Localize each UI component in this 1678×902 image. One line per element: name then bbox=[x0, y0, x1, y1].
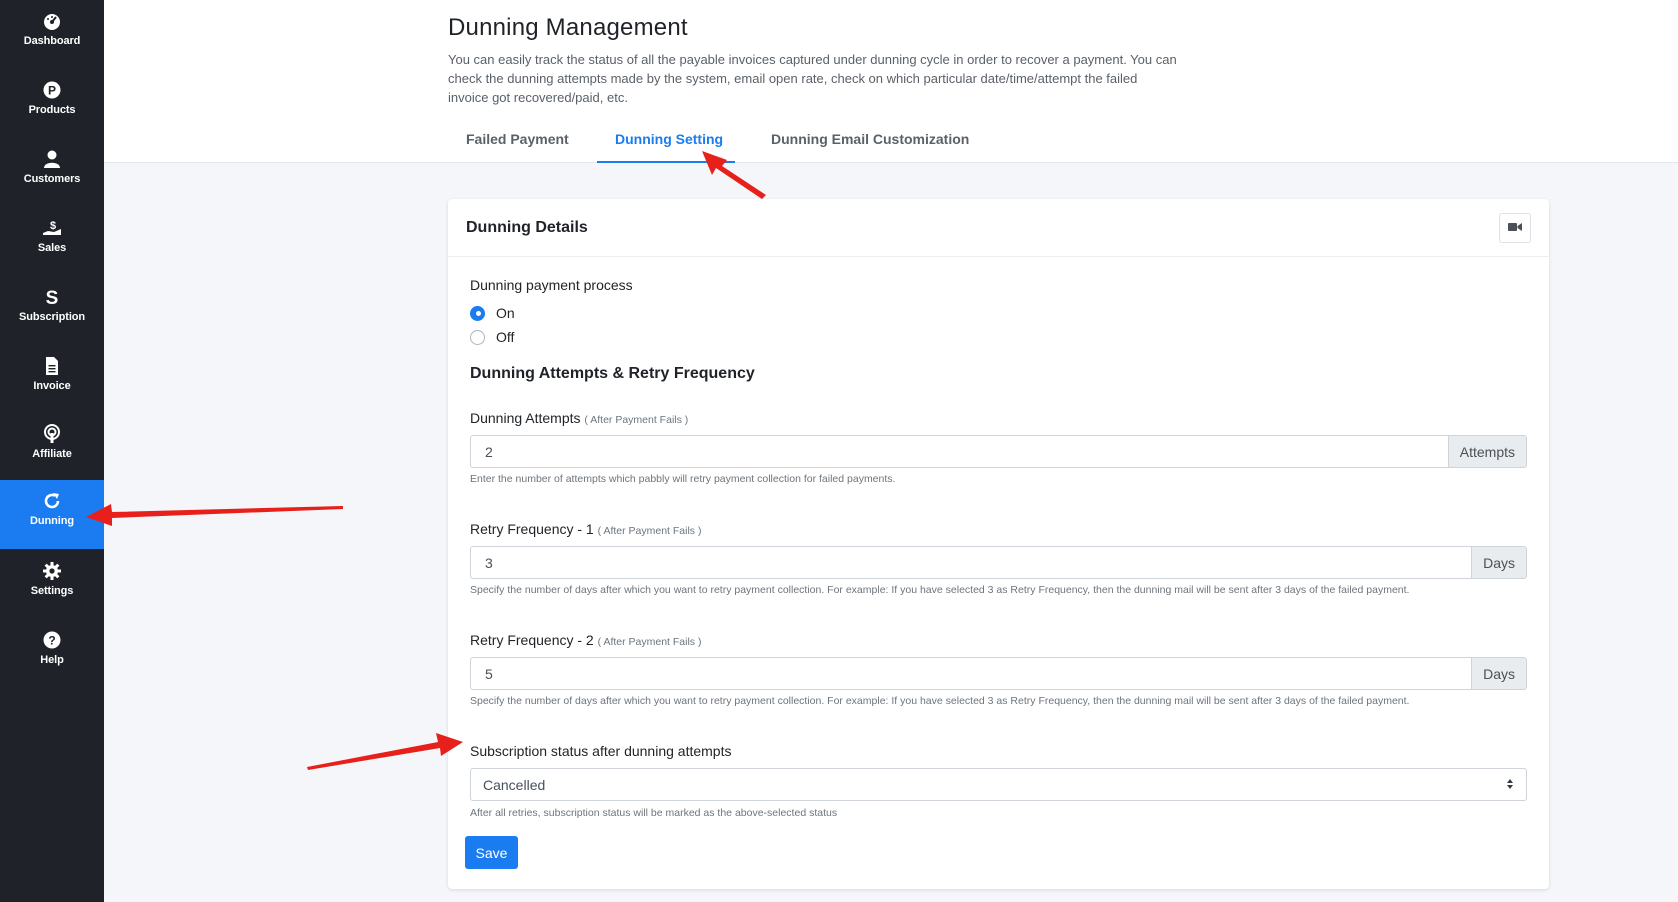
tab-dunning-email-customization[interactable]: Dunning Email Customization bbox=[771, 131, 969, 147]
payment-process-label: Dunning payment process bbox=[470, 277, 633, 293]
retry2-input[interactable] bbox=[470, 657, 1473, 690]
retry2-addon: Days bbox=[1472, 657, 1527, 690]
sidebar-item-dunning[interactable]: Dunning bbox=[0, 480, 104, 549]
attempts-label: Dunning Attempts ( After Payment Fails ) bbox=[470, 410, 688, 426]
retry2-label-text: Retry Frequency - 2 bbox=[470, 632, 594, 648]
radio-on-label: On bbox=[496, 305, 515, 321]
retry2-input-group: Days bbox=[470, 657, 1527, 690]
radio-off-indicator[interactable] bbox=[470, 329, 485, 345]
sidebar-item-customers[interactable]: Customers bbox=[0, 138, 104, 207]
attempts-help: Enter the number of attempts which pabbl… bbox=[470, 473, 896, 485]
status-label: Subscription status after dunning attemp… bbox=[470, 743, 732, 759]
sidebar-item-sales[interactable]: $ Sales bbox=[0, 207, 104, 276]
sidebar-item-affiliate[interactable]: Affiliate bbox=[0, 413, 104, 482]
sidebar-item-help[interactable]: ? Help bbox=[0, 619, 104, 688]
sidebar-item-label: Dunning bbox=[30, 515, 74, 527]
sidebar-item-label: Customers bbox=[23, 173, 81, 185]
sidebar: Dashboard P Products Customers $ Sales S… bbox=[0, 0, 104, 902]
attempts-label-text: Dunning Attempts bbox=[470, 410, 581, 426]
attempts-label-hint: ( After Payment Fails ) bbox=[584, 414, 689, 426]
active-tab-indicator bbox=[597, 161, 735, 163]
sidebar-item-dashboard[interactable]: Dashboard bbox=[0, 0, 104, 69]
dunning-icon bbox=[42, 491, 62, 511]
sidebar-item-label: Products bbox=[28, 104, 76, 116]
retry1-input[interactable] bbox=[470, 546, 1473, 579]
card-header: Dunning Details bbox=[448, 199, 1549, 257]
retry1-input-group: Days bbox=[470, 546, 1527, 579]
retry2-help: Specify the number of days after which y… bbox=[470, 695, 1410, 707]
retry1-addon: Days bbox=[1472, 546, 1527, 579]
sidebar-item-label: Subscription bbox=[18, 311, 86, 323]
sidebar-item-label: Settings bbox=[30, 585, 74, 597]
svg-text:$: $ bbox=[50, 220, 56, 232]
affiliate-icon bbox=[42, 424, 62, 444]
sidebar-item-invoice[interactable]: Invoice bbox=[0, 345, 104, 414]
attempts-addon: Attempts bbox=[1448, 435, 1527, 468]
status-select[interactable]: Cancelled bbox=[470, 768, 1527, 801]
dunning-details-card: Dunning Details Dunning payment process … bbox=[448, 199, 1549, 889]
select-arrows-icon bbox=[1506, 777, 1514, 793]
customers-icon bbox=[42, 149, 62, 169]
arrow-to-subscription-status bbox=[307, 733, 463, 770]
invoice-icon bbox=[42, 356, 62, 376]
tab-dunning-setting[interactable]: Dunning Setting bbox=[615, 131, 723, 147]
radio-off-label: Off bbox=[496, 329, 515, 345]
sidebar-item-label: Affiliate bbox=[32, 448, 72, 460]
retry1-label-hint: ( After Payment Fails ) bbox=[597, 525, 702, 537]
subscription-icon: S bbox=[42, 287, 62, 307]
sidebar-item-label: Sales bbox=[37, 242, 67, 254]
page-title: Dunning Management bbox=[448, 14, 688, 41]
gear-icon bbox=[42, 561, 62, 581]
card-title: Dunning Details bbox=[466, 219, 588, 236]
retry1-label-text: Retry Frequency - 1 bbox=[470, 521, 594, 537]
tab-failed-payment[interactable]: Failed Payment bbox=[466, 131, 569, 147]
svg-text:?: ? bbox=[48, 634, 55, 648]
attempts-input[interactable] bbox=[470, 435, 1449, 468]
section-title: Dunning Attempts & Retry Frequency bbox=[470, 365, 755, 382]
arrow-to-dunning-nav bbox=[86, 504, 343, 526]
radio-on-indicator[interactable] bbox=[470, 305, 485, 321]
attempts-input-group: Attempts bbox=[470, 435, 1527, 468]
svg-text:S: S bbox=[46, 288, 59, 307]
sales-icon: $ bbox=[42, 218, 62, 238]
svg-text:P: P bbox=[48, 84, 56, 98]
radio-off[interactable]: Off bbox=[470, 329, 514, 345]
video-camera-icon bbox=[1508, 219, 1522, 237]
sidebar-item-label: Dashboard bbox=[23, 35, 81, 47]
retry2-label-hint: ( After Payment Fails ) bbox=[597, 636, 702, 648]
page-description: You can easily track the status of all t… bbox=[448, 52, 1177, 105]
radio-on[interactable]: On bbox=[470, 305, 515, 321]
save-button[interactable]: Save bbox=[465, 836, 518, 869]
retry1-label: Retry Frequency - 1 ( After Payment Fail… bbox=[470, 521, 701, 537]
sidebar-item-subscription[interactable]: S Subscription bbox=[0, 276, 104, 345]
sidebar-item-products[interactable]: P Products bbox=[0, 69, 104, 138]
retry1-help: Specify the number of days after which y… bbox=[470, 584, 1410, 596]
sidebar-item-label: Help bbox=[40, 654, 64, 666]
video-tutorial-button[interactable] bbox=[1499, 213, 1531, 243]
help-icon: ? bbox=[42, 630, 62, 650]
sidebar-item-label: Invoice bbox=[33, 380, 71, 392]
retry2-label: Retry Frequency - 2 ( After Payment Fail… bbox=[470, 632, 701, 648]
sidebar-item-settings[interactable]: Settings bbox=[0, 550, 104, 619]
products-icon: P bbox=[42, 80, 62, 100]
status-select-value: Cancelled bbox=[483, 776, 546, 793]
status-help: After all retries, subscription status w… bbox=[470, 807, 838, 819]
dashboard-icon bbox=[42, 11, 62, 31]
